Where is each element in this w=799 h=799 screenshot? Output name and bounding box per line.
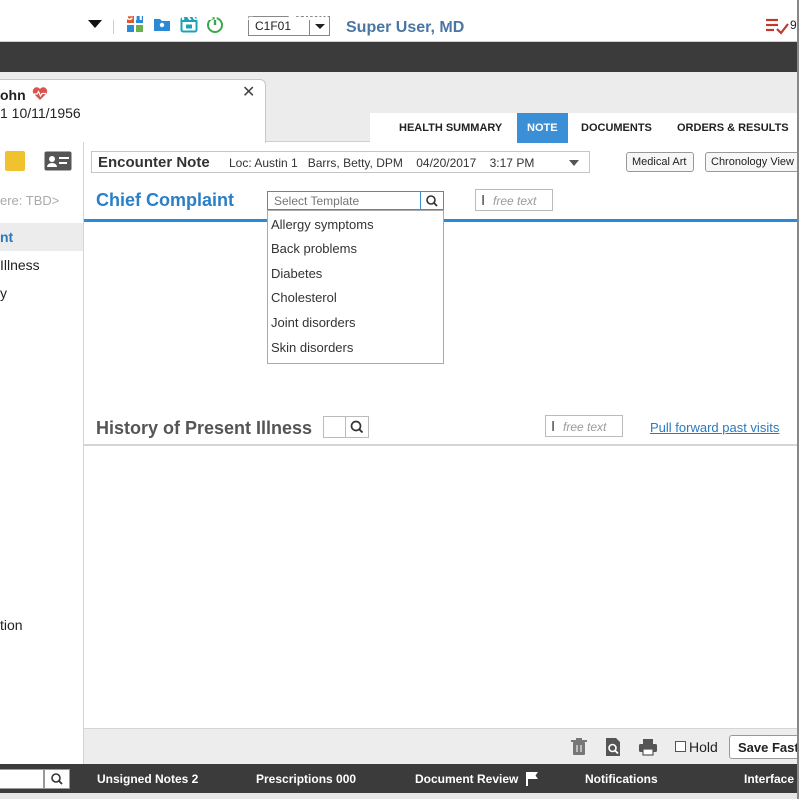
free-text-placeholder: free text [563,420,607,434]
free-text-placeholder: free text [493,194,537,208]
patient-search-input[interactable] [0,769,44,789]
text-cursor-icon: I [551,418,556,435]
menu-reference[interactable]: Reference [181,7,254,24]
encounter-location: Loc: Austin 1 [229,156,298,170]
encounter-date: 04/20/2017 [416,156,477,170]
notifications-link[interactable]: Notifications [585,772,658,786]
encounter-title: Encounter Note [98,154,210,171]
template-option[interactable]: Diabetes [271,266,322,281]
close-icon[interactable]: ✕ [242,82,255,102]
patient-name: ohn [0,87,26,103]
encounter-time: 3:17 PM [489,156,535,170]
hpi-template-input[interactable] [323,416,347,438]
chief-complaint-free-text[interactable]: I free text [475,189,553,211]
hpi-title: History of Present Illness [96,418,313,438]
patient-folder-icon[interactable] [153,15,171,33]
patient-search-button[interactable] [44,769,70,789]
window-bottom-edge [0,793,799,799]
prescriptions-link[interactable]: Prescriptions 000 [256,772,356,786]
menu-content[interactable]: Content [91,7,148,24]
chevron-down-icon[interactable] [569,160,579,166]
unsigned-notes-link[interactable]: Unsigned Notes 2 [97,772,198,786]
template-search-button[interactable] [420,191,444,210]
tab-note[interactable]: NOTE [517,113,568,143]
save-fast-button[interactable]: Save Fast [729,735,799,759]
sidebar-item-hpi[interactable]: Illness [0,257,40,273]
preview-document-icon[interactable] [603,737,623,757]
main-menu-bar [0,42,799,72]
hold-checkbox[interactable] [675,741,686,752]
sidebar-item-section[interactable]: tion [0,617,23,633]
template-option[interactable]: Cholesterol [271,290,337,305]
chronology-view-button[interactable]: Chronology View [705,152,799,172]
heart-alert-icon [32,87,48,100]
provider-selector[interactable]: ere: TBD> [0,193,59,208]
tab-orders-results[interactable]: ORDERS & RESULTS [677,113,789,143]
template-search-input[interactable] [267,191,421,210]
template-option[interactable]: Allergy symptoms [271,217,374,232]
tab-documents[interactable]: DOCUMENTS [581,113,652,143]
template-option[interactable]: Joint disorders [271,315,356,330]
section-divider [84,444,799,446]
print-icon[interactable] [638,737,658,757]
practice-code: C1F01 [255,19,292,33]
text-cursor-icon: I [481,192,486,209]
sidebar-item-history[interactable]: y [0,285,7,301]
medical-art-button[interactable]: Medical Art [626,152,694,172]
search-icon [350,420,364,434]
hpi-search-button[interactable] [345,416,369,438]
template-option[interactable]: Back problems [271,241,357,256]
menu-administration[interactable]: Administration [287,7,393,24]
search-icon [51,773,63,785]
chief-complaint-title: Chief Complaint [96,190,234,210]
search-icon [426,195,438,207]
hpi-free-text[interactable]: I free text [545,415,623,437]
sidebar-item-chief-complaint[interactable]: nt [0,229,13,245]
tasks-checklist-icon[interactable] [764,16,790,36]
tab-health-summary[interactable]: HEALTH SUMMARY [399,113,502,143]
patient-dob: 1 10/11/1956 [0,105,81,121]
sticky-note-icon[interactable] [5,151,25,171]
encounter-provider: Barrs, Betty, DPM [307,156,403,170]
id-card-icon[interactable] [44,151,72,171]
menu-help[interactable]: Help [423,7,456,24]
encounter-meta: Loc: Austin 1 Barrs, Betty, DPM 04/20/20… [229,156,534,170]
flag-icon [526,772,538,786]
template-option[interactable]: Skin disorders [271,340,353,355]
trash-icon[interactable] [569,737,589,757]
interface-link[interactable]: Interface C [744,772,799,786]
document-review-link[interactable]: Document Review [415,772,518,786]
tasks-count: 9 [790,18,797,32]
pull-forward-link[interactable]: Pull forward past visits [650,420,779,435]
menu-demographics[interactable]: graphics [0,7,63,24]
hold-label: Hold [689,739,718,755]
